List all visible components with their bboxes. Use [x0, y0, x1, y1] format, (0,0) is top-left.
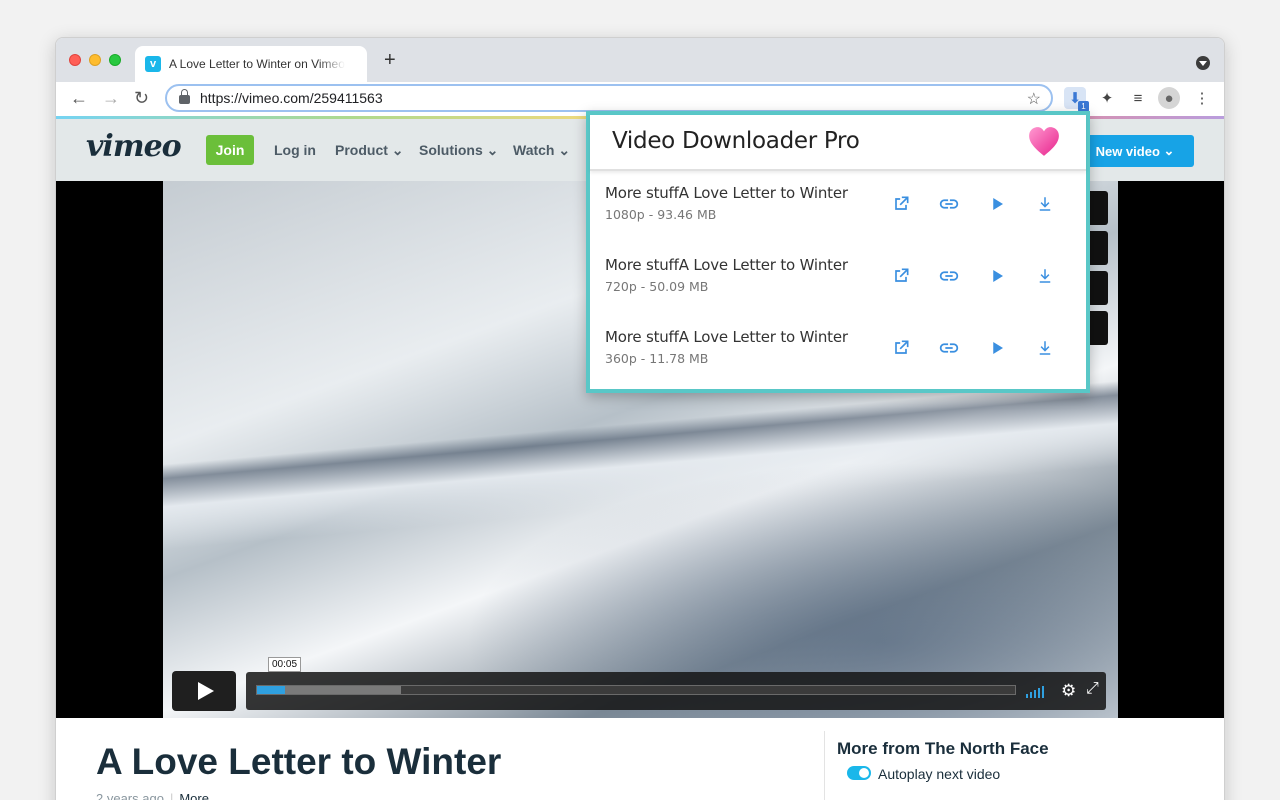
login-link[interactable]: Log in [274, 142, 316, 158]
download-item-quality: 360p - 11.78 MB [605, 351, 709, 366]
autoplay-toggle[interactable] [847, 766, 871, 780]
popup-header: Video Downloader Pro [590, 115, 1086, 171]
download-icon[interactable] [1034, 337, 1056, 359]
solutions-menu[interactable]: Solutions ⌄ [419, 142, 498, 159]
tab-title: A Love Letter to Winter on Vimeo [169, 57, 345, 71]
back-icon[interactable]: ← [70, 88, 88, 108]
open-in-new-tab-icon[interactable] [890, 265, 912, 287]
solutions-menu-label: Solutions [419, 142, 483, 158]
profile-avatar-icon[interactable]: ● [1158, 87, 1180, 109]
open-in-new-tab-icon[interactable] [890, 193, 912, 215]
played-bar [257, 686, 286, 694]
progress-bar[interactable] [256, 685, 1016, 695]
minimize-window-button[interactable] [89, 54, 101, 66]
play-button[interactable] [172, 671, 236, 711]
play-preview-icon[interactable] [986, 265, 1008, 287]
play-preview-icon[interactable] [986, 193, 1008, 215]
download-item: More stuffA Love Letter to Winter 1080p … [590, 173, 1086, 245]
new-tab-button[interactable]: + [384, 50, 396, 70]
related-sidebar: More from The North Face Autoplay next v… [824, 731, 1224, 800]
close-window-button[interactable] [69, 54, 81, 66]
bookmark-star-icon[interactable]: ☆ [1027, 89, 1041, 109]
download-item-quality: 1080p - 93.46 MB [605, 207, 717, 222]
join-button[interactable]: Join [206, 135, 254, 165]
tab-strip: v A Love Letter to Winter on Vimeo + [56, 38, 1224, 82]
new-video-label: New video [1095, 143, 1160, 159]
browser-tab[interactable]: v A Love Letter to Winter on Vimeo [135, 46, 367, 82]
video-meta: 2 years ago | More [96, 791, 209, 800]
url-text: https://vimeo.com/259411563 [200, 90, 383, 106]
product-menu[interactable]: Product ⌄ [335, 142, 404, 159]
video-age: 2 years ago [96, 791, 164, 800]
copy-link-icon[interactable] [938, 265, 960, 287]
address-bar[interactable]: https://vimeo.com/259411563 ☆ [165, 84, 1053, 112]
copy-link-icon[interactable] [938, 193, 960, 215]
maximize-window-button[interactable] [109, 54, 121, 66]
lock-icon [179, 89, 190, 104]
download-item-title: More stuffA Love Letter to Winter [605, 328, 848, 346]
tab-search-icon[interactable] [1196, 56, 1210, 70]
player-controls: ⚙ ⤢ [246, 672, 1106, 710]
download-icon[interactable] [1034, 193, 1056, 215]
fullscreen-icon[interactable]: ⤢ [1086, 680, 1099, 698]
vimeo-logo[interactable]: vimeo [86, 129, 182, 164]
copy-link-icon[interactable] [938, 337, 960, 359]
open-in-new-tab-icon[interactable] [890, 337, 912, 359]
watch-menu-label: Watch [513, 142, 555, 158]
more-from-heading: More from The North Face [837, 739, 1049, 758]
reading-list-icon[interactable]: ≡ [1127, 87, 1149, 109]
autoplay-label: Autoplay next video [878, 766, 1001, 782]
vimeo-favicon-icon: v [145, 56, 161, 72]
forward-icon[interactable]: → [102, 88, 120, 108]
settings-gear-icon[interactable]: ⚙ [1061, 681, 1076, 701]
volume-icon[interactable] [1026, 684, 1044, 698]
popup-title: Video Downloader Pro [612, 128, 860, 154]
download-icon[interactable] [1034, 265, 1056, 287]
browser-menu-icon[interactable]: ⋮ [1191, 87, 1213, 109]
timecode-tooltip: 00:05 [268, 657, 302, 672]
video-title: A Love Letter to Winter [96, 741, 502, 782]
product-menu-label: Product [335, 142, 388, 158]
video-downloader-extension-icon[interactable]: ⬇ 1 [1064, 87, 1089, 112]
download-item-quality: 720p - 50.09 MB [605, 279, 709, 294]
play-preview-icon[interactable] [986, 337, 1008, 359]
video-downloader-popup: Video Downloader Pro More stuffA Love Le… [586, 111, 1090, 393]
extensions-puzzle-icon[interactable]: ✦ [1096, 87, 1118, 109]
download-item-title: More stuffA Love Letter to Winter [605, 184, 848, 202]
download-item: More stuffA Love Letter to Winter 720p -… [590, 245, 1086, 317]
more-link[interactable]: More [179, 791, 209, 800]
download-item-title: More stuffA Love Letter to Winter [605, 256, 848, 274]
download-item: More stuffA Love Letter to Winter 360p -… [590, 317, 1086, 389]
reload-icon[interactable]: ↻ [134, 88, 149, 108]
new-video-button[interactable]: New video ⌄ [1076, 135, 1194, 167]
heart-icon[interactable] [1027, 125, 1061, 159]
watch-menu[interactable]: Watch ⌄ [513, 142, 570, 159]
